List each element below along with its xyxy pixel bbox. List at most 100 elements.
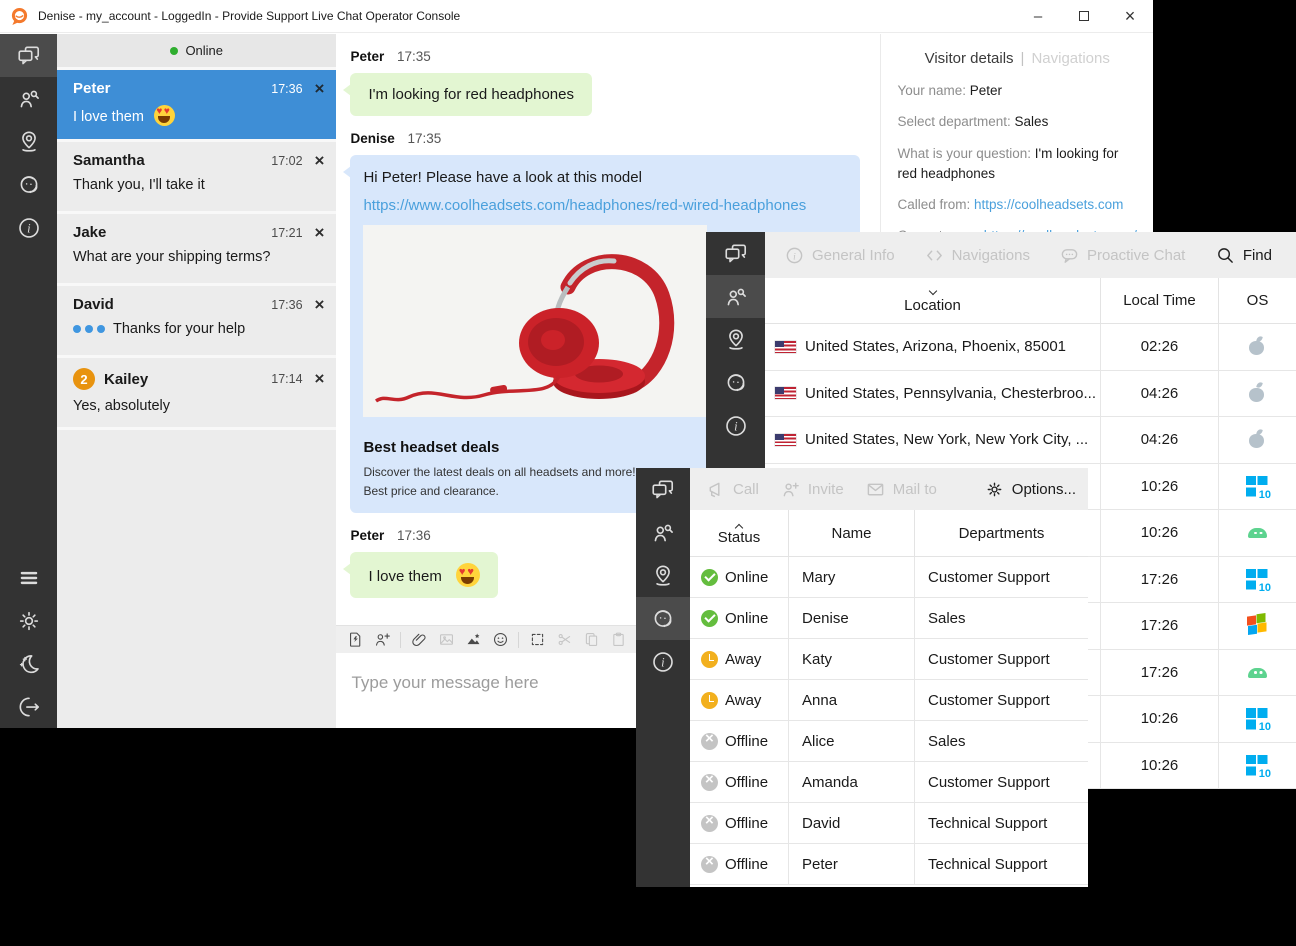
operator-row[interactable]: Offline Alice Sales: [690, 721, 1088, 762]
column-status[interactable]: Status: [690, 510, 788, 556]
visitor-row[interactable]: United States, New York, New York City, …: [765, 417, 1296, 464]
mail-to-button[interactable]: Mail to: [866, 480, 937, 499]
chat-entry-samantha[interactable]: Samantha 17:02 × Thank you, I'll take it: [57, 142, 336, 214]
us-flag-icon: [775, 387, 796, 399]
menu-icon[interactable]: [0, 556, 57, 599]
operator-row[interactable]: Online Denise Sales: [690, 598, 1088, 639]
operators-nav-icon[interactable]: [636, 597, 690, 640]
operator-status-bar[interactable]: Online: [57, 34, 336, 70]
general-info-button[interactable]: i General Info: [785, 246, 895, 265]
screen-selection-icon[interactable]: [528, 631, 546, 649]
called-from-link[interactable]: https://coolheadsets.com: [974, 197, 1123, 212]
message-time: 17:36: [397, 528, 431, 543]
operators-nav-icon[interactable]: [706, 361, 765, 404]
window-title: Denise - my_account - LoggedIn - Provide…: [38, 9, 460, 23]
operator-row[interactable]: Away Anna Customer Support: [690, 680, 1088, 721]
status-offline-icon: [701, 856, 718, 873]
column-location[interactable]: Location: [765, 278, 1100, 323]
send-image-icon[interactable]: [464, 631, 482, 649]
heart-eyes-emoji: [154, 105, 175, 126]
column-departments[interactable]: Departments: [914, 510, 1088, 556]
add-operator-icon[interactable]: [373, 631, 391, 649]
visitor-local-time: 04:26: [1100, 417, 1218, 463]
column-local-time[interactable]: Local Time: [1100, 278, 1218, 323]
geo-map-nav-icon[interactable]: [636, 554, 690, 597]
close-chat-icon[interactable]: ×: [315, 83, 325, 95]
close-chat-icon[interactable]: ×: [315, 227, 325, 239]
operators-nav-icon[interactable]: [0, 163, 57, 206]
visitors-nav-icon[interactable]: [636, 511, 690, 554]
os-icon: [1245, 474, 1270, 499]
copy-icon[interactable]: [582, 631, 600, 649]
chats-nav-icon[interactable]: [706, 232, 765, 275]
operators-toolbar: Call Invite Mail to Options...: [690, 468, 1088, 510]
chat-entry-kailey[interactable]: 2 Kailey 17:14 × Yes, absolutely: [57, 358, 336, 430]
canned-response-icon[interactable]: [346, 631, 364, 649]
tab-navigations[interactable]: Navigations: [1031, 50, 1109, 67]
close-chat-icon[interactable]: ×: [315, 299, 325, 311]
attach-file-icon[interactable]: [410, 631, 428, 649]
column-name[interactable]: Name: [788, 510, 914, 556]
settings-gear-icon[interactable]: [0, 599, 57, 642]
visitors-nav-icon[interactable]: [706, 275, 765, 318]
field-question: What is your question: I'm looking for r…: [897, 144, 1137, 185]
chats-nav-icon[interactable]: [636, 468, 690, 511]
chat-entry-jake[interactable]: Jake 17:21 × What are your shipping term…: [57, 214, 336, 286]
tab-visitor-details[interactable]: Visitor details: [925, 50, 1014, 67]
geo-map-nav-icon[interactable]: [0, 120, 57, 163]
info-nav-icon[interactable]: i: [636, 640, 690, 683]
call-button[interactable]: Call: [706, 480, 759, 499]
chat-entry-peter[interactable]: Peter 17:36 × I love them: [57, 70, 336, 142]
operator-row[interactable]: Offline Peter Technical Support: [690, 844, 1088, 885]
os-icon: [1245, 381, 1270, 406]
product-link[interactable]: https://www.coolheadsets.com/headphones/…: [363, 195, 844, 216]
operator-name: Denise: [788, 598, 914, 638]
insert-image-icon[interactable]: [437, 631, 455, 649]
close-button[interactable]: ×: [1107, 0, 1153, 32]
logout-icon[interactable]: [0, 685, 57, 728]
visitors-nav-icon[interactable]: [0, 77, 57, 120]
visitor-local-time: 17:26: [1100, 603, 1218, 649]
paste-icon[interactable]: [609, 631, 627, 649]
main-sidebar: i: [0, 34, 57, 728]
operator-row[interactable]: Offline Amanda Customer Support: [690, 762, 1088, 803]
options-button[interactable]: Options...: [985, 480, 1076, 499]
close-chat-icon[interactable]: ×: [315, 155, 325, 167]
visitor-row[interactable]: United States, Arizona, Phoenix, 85001 0…: [765, 324, 1296, 371]
away-mode-moon-icon[interactable]: [0, 642, 57, 685]
us-flag-icon: [775, 434, 796, 446]
emoji-icon[interactable]: [491, 631, 509, 649]
find-button[interactable]: Find: [1216, 246, 1272, 265]
close-chat-icon[interactable]: ×: [315, 373, 325, 385]
minimize-button[interactable]: –: [1015, 0, 1061, 32]
operator-row[interactable]: Offline David Technical Support: [690, 803, 1088, 844]
status-offline-icon: [701, 733, 718, 750]
visitor-local-time: 10:26: [1100, 464, 1218, 510]
message-author: Peter: [350, 528, 384, 543]
visitor-local-time: 10:26: [1100, 510, 1218, 556]
message-input[interactable]: [351, 673, 631, 693]
status-offline-icon: [701, 774, 718, 791]
operator-row[interactable]: Online Mary Customer Support: [690, 557, 1088, 598]
visitor-row[interactable]: United States, Pennsylvania, Chesterbroo…: [765, 371, 1296, 418]
visitor-local-time: 17:26: [1100, 650, 1218, 696]
operator-row[interactable]: Away Katy Customer Support: [690, 639, 1088, 680]
operator-name: Katy: [788, 639, 914, 679]
cut-icon[interactable]: [555, 631, 573, 649]
operator-department: Customer Support: [914, 762, 1088, 802]
column-os[interactable]: OS: [1218, 278, 1296, 323]
chat-entry-david[interactable]: David 17:36 × Thanks for your help: [57, 286, 336, 358]
geo-map-nav-icon[interactable]: [706, 318, 765, 361]
info-nav-icon[interactable]: i: [0, 206, 57, 249]
visitors-toolbar: i General Info Navigations Proactive Cha…: [765, 232, 1296, 278]
os-icon: [1245, 753, 1270, 778]
svg-text:i: i: [793, 252, 796, 262]
navigations-button[interactable]: Navigations: [925, 246, 1030, 265]
chats-nav-icon[interactable]: [0, 34, 57, 77]
proactive-chat-button[interactable]: Proactive Chat: [1060, 246, 1185, 265]
invite-button[interactable]: Invite: [781, 480, 844, 499]
maximize-button[interactable]: [1061, 0, 1107, 32]
operator-name: Peter: [788, 844, 914, 884]
operator-department: Customer Support: [914, 557, 1088, 597]
info-nav-icon[interactable]: i: [706, 404, 765, 447]
